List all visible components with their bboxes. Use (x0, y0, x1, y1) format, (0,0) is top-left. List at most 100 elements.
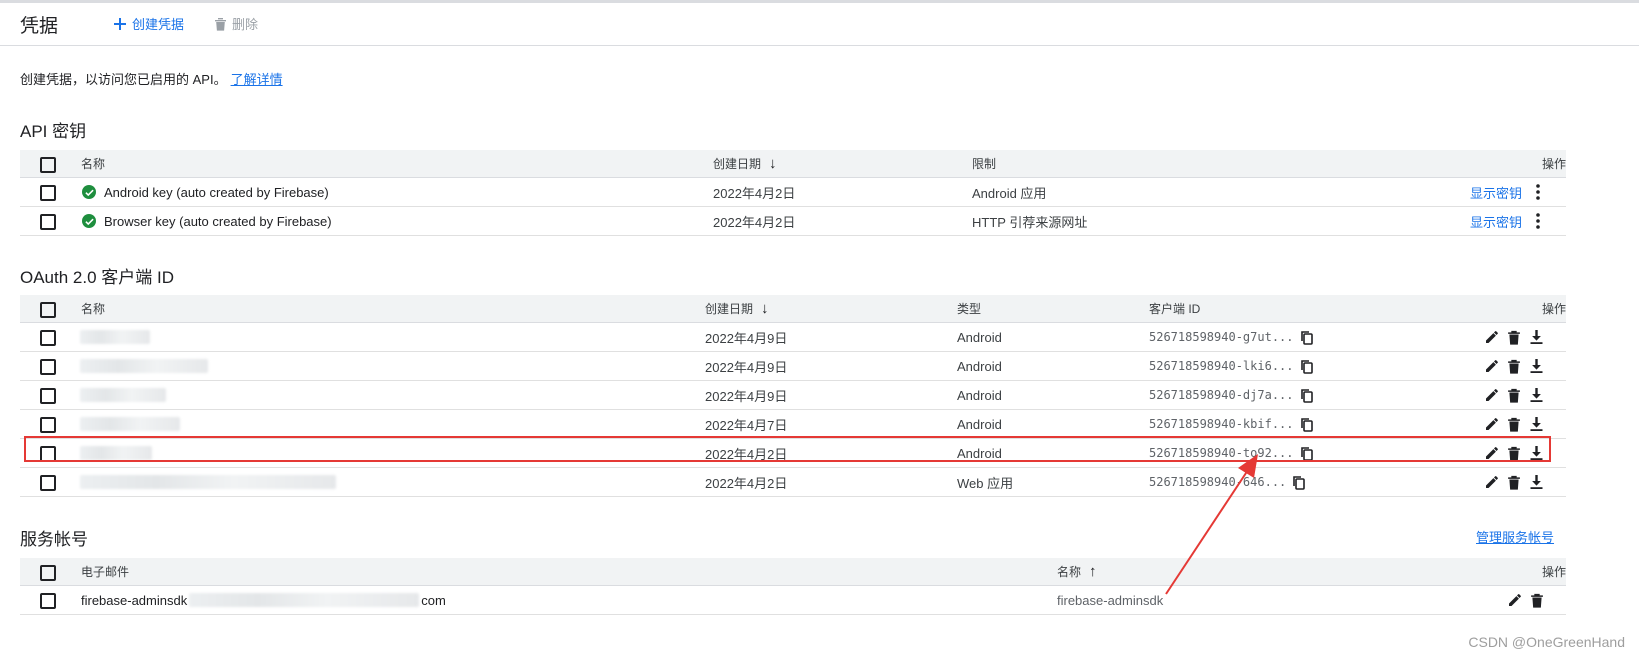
table-row: 2022年4月7日 Android 526718598940-kbif... (20, 410, 1566, 439)
row-checkbox[interactable] (40, 417, 56, 433)
col-actions: 操作 (1541, 157, 1566, 171)
client-type: Android (957, 358, 1002, 374)
create-credentials-button[interactable]: 创建凭据 (113, 14, 184, 33)
key-name-cell[interactable]: Browser key (auto created by Firebase) (82, 207, 332, 235)
copy-icon[interactable] (1296, 355, 1318, 377)
col-name: 名称 (81, 157, 106, 171)
row-checkbox[interactable] (40, 593, 56, 609)
select-all-checkbox[interactable] (40, 156, 56, 173)
arrow-up-icon: ↑ (1089, 563, 1097, 580)
created-date: 2022年4月2日 (705, 475, 788, 491)
redacted-block (80, 388, 166, 402)
key-name: Browser key (auto created by Firebase) (104, 213, 332, 229)
redacted-block (80, 417, 180, 431)
email-prefix: firebase-adminsdk (81, 592, 188, 608)
client-name-cell[interactable] (80, 352, 208, 380)
key-name-cell[interactable]: Android key (auto created by Firebase) (82, 178, 329, 206)
trash-icon[interactable] (1503, 384, 1525, 406)
table-row: 2022年4月2日 Web 应用 526718598940-646... (20, 468, 1566, 497)
row-checkbox[interactable] (40, 359, 56, 375)
col-actions: 操作 (1541, 302, 1566, 316)
download-icon[interactable] (1525, 384, 1547, 406)
created-date: 2022年4月7日 (705, 417, 788, 433)
show-key-link[interactable]: 显示密钥 (1470, 178, 1522, 206)
edit-icon[interactable] (1481, 326, 1503, 348)
table-header: 电子邮件 名称 ↑ 操作 (20, 558, 1566, 586)
edit-icon[interactable] (1481, 384, 1503, 406)
row-actions (1504, 586, 1548, 614)
client-name-cell[interactable] (80, 439, 152, 467)
copy-icon[interactable] (1296, 442, 1318, 464)
download-icon[interactable] (1525, 413, 1547, 435)
page-title: 凭据 (20, 16, 59, 37)
col-type: 类型 (957, 302, 982, 316)
copy-icon[interactable] (1296, 384, 1318, 406)
created-date: 2022年4月9日 (705, 359, 788, 375)
trash-icon[interactable] (1503, 355, 1525, 377)
row-checkbox[interactable] (40, 330, 56, 346)
redacted-block (80, 475, 336, 489)
row-checkbox[interactable] (40, 475, 56, 491)
more-menu[interactable] (1528, 207, 1548, 235)
client-id-value: 526718598940-lki6... (1149, 359, 1294, 373)
trash-icon[interactable] (1503, 326, 1525, 348)
trash-icon[interactable] (1503, 471, 1525, 493)
manage-service-accounts-link[interactable]: 管理服务帐号 (1476, 527, 1554, 546)
row-checkbox[interactable] (40, 214, 56, 230)
copy-icon[interactable] (1288, 471, 1310, 493)
client-name-cell[interactable] (80, 323, 150, 351)
client-name-cell[interactable] (80, 410, 180, 438)
account-name: firebase-adminsdk (1057, 592, 1164, 608)
col-created[interactable]: 创建日期 ↓ (713, 150, 777, 177)
table-row: 2022年4月9日 Android 526718598940-lki6... (20, 352, 1566, 381)
download-icon[interactable] (1525, 355, 1547, 377)
service-accounts-title: 服务帐号 (20, 530, 88, 549)
row-checkbox[interactable] (40, 446, 56, 462)
edit-icon[interactable] (1504, 589, 1526, 611)
trash-icon[interactable] (1503, 413, 1525, 435)
download-icon[interactable] (1525, 326, 1547, 348)
client-name-cell[interactable] (80, 381, 166, 409)
email-suffix: com (421, 592, 446, 608)
client-type: Android (957, 416, 1002, 432)
check-circle-icon (82, 214, 96, 228)
edit-icon[interactable] (1481, 413, 1503, 435)
col-created[interactable]: 创建日期 ↓ (705, 295, 769, 322)
page-header: 凭据 创建凭据 删除 (0, 3, 1639, 46)
select-all-checkbox[interactable] (40, 564, 56, 581)
watermark: CSDN @OneGreenHand (1468, 634, 1625, 650)
email-cell[interactable]: firebase-adminsdk com (81, 586, 446, 614)
more-menu[interactable] (1528, 178, 1548, 206)
copy-icon[interactable] (1296, 413, 1318, 435)
row-checkbox[interactable] (40, 388, 56, 404)
redacted-block (189, 593, 420, 607)
col-name[interactable]: 名称 ↑ (1057, 558, 1097, 585)
download-icon[interactable] (1525, 442, 1547, 464)
delete-button[interactable]: 删除 (214, 14, 258, 33)
table-row: Browser key (auto created by Firebase) 2… (20, 207, 1566, 236)
row-checkbox[interactable] (40, 185, 56, 201)
show-key-link[interactable]: 显示密钥 (1470, 207, 1522, 235)
client-id-value: 526718598940-kbif... (1149, 417, 1294, 431)
copy-icon[interactable] (1296, 326, 1318, 348)
client-id: 526718598940-646... (1149, 468, 1310, 496)
select-all-checkbox[interactable] (40, 301, 56, 318)
edit-icon[interactable] (1481, 442, 1503, 464)
edit-icon[interactable] (1481, 355, 1503, 377)
client-type: Web 应用 (957, 475, 1014, 491)
download-icon[interactable] (1525, 471, 1547, 493)
client-type: Android (957, 445, 1002, 461)
client-id: 526718598940-to92... (1149, 439, 1318, 467)
table-row: 2022年4月9日 Android 526718598940-dj7a... (20, 381, 1566, 410)
more-vert-icon (1536, 213, 1540, 229)
client-id: 526718598940-g7ut... (1149, 323, 1318, 351)
col-created-label: 创建日期 (705, 302, 754, 316)
learn-more-link[interactable]: 了解详情 (231, 72, 283, 87)
trash-icon[interactable] (1526, 589, 1548, 611)
table-row: 2022年4月2日 Android 526718598940-to92... (20, 439, 1566, 468)
create-credentials-label: 创建凭据 (132, 17, 185, 32)
trash-icon[interactable] (1503, 442, 1525, 464)
table-row: Android key (auto created by Firebase) 2… (20, 178, 1566, 207)
client-name-cell[interactable] (80, 468, 336, 496)
edit-icon[interactable] (1481, 471, 1503, 493)
